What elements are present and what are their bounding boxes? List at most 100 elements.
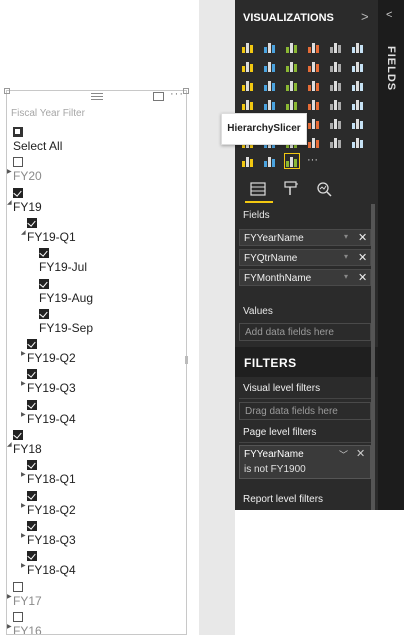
slicer-node[interactable]: ▶ FY17 xyxy=(7,581,186,612)
field-dropdown-icon[interactable]: ▾ xyxy=(344,232,348,241)
node-checkbox[interactable] xyxy=(13,611,23,622)
remove-field-icon[interactable]: ✕ xyxy=(358,271,367,284)
stacked-area-icon[interactable] xyxy=(285,59,299,73)
resize-handle-top-left[interactable] xyxy=(4,88,10,94)
field-dropdown-icon[interactable]: ▾ xyxy=(344,272,348,281)
expand-node-icon[interactable]: ▶ xyxy=(21,471,26,478)
r-visual-icon[interactable] xyxy=(307,116,321,130)
field-well[interactable]: FYQtrName ▾ ✕ xyxy=(239,249,371,266)
expand-filter-chevron-icon[interactable]: ﹀ xyxy=(339,448,348,461)
page-level-filters[interactable]: Page level filters xyxy=(239,423,371,443)
fields-tab-icon[interactable] xyxy=(249,180,267,198)
slicer-node[interactable]: ▶ FY18-Q4 xyxy=(7,551,186,581)
slicer-node[interactable]: ◢ FY18 xyxy=(7,430,186,460)
card-icon[interactable] xyxy=(307,97,321,111)
format-paint-roller-icon[interactable] xyxy=(282,180,300,198)
slicer-node[interactable]: ▶ FY18-Q3 xyxy=(7,520,186,551)
remove-field-icon[interactable]: ✕ xyxy=(358,251,367,264)
field-well[interactable]: FYYearName ▾ ✕ xyxy=(239,229,371,246)
filled-map-icon[interactable] xyxy=(241,97,255,111)
clustered-bar-icon[interactable] xyxy=(285,40,299,54)
pie-chart-icon[interactable] xyxy=(285,78,299,92)
visual-level-filters[interactable]: Visual level filters xyxy=(239,379,371,399)
chiclet-icon[interactable] xyxy=(263,154,277,168)
node-checkbox[interactable] xyxy=(27,217,37,228)
expand-node-icon[interactable]: ▶ xyxy=(7,593,12,600)
fields-pane-collapsed[interactable]: < FIELDS xyxy=(378,0,404,510)
expand-node-icon[interactable]: ▶ xyxy=(21,502,26,509)
expand-node-icon[interactable]: ▶ xyxy=(7,168,12,175)
donut-chart-icon[interactable] xyxy=(307,78,321,92)
drag-grip-icon[interactable] xyxy=(91,93,103,100)
slicer-node[interactable]: FY19-Jul xyxy=(7,248,186,278)
more-options-icon[interactable]: ··· xyxy=(170,91,184,100)
slicer-node[interactable]: FY19-Aug xyxy=(7,278,186,309)
node-checkbox[interactable] xyxy=(39,248,49,259)
node-checkbox[interactable] xyxy=(13,581,23,592)
decomp-icon[interactable] xyxy=(307,135,321,149)
slicer-node[interactable]: ▶ FY19-Q4 xyxy=(7,399,186,430)
node-checkbox[interactable] xyxy=(39,308,49,319)
waterfall-icon[interactable] xyxy=(241,78,255,92)
field-dropdown-icon[interactable]: ▾ xyxy=(344,252,348,261)
node-checkbox[interactable] xyxy=(27,460,37,471)
slicer-node[interactable]: ◢ FY19-Q1 xyxy=(7,217,186,248)
more-visuals-icon[interactable]: ··· xyxy=(307,154,321,168)
expand-node-icon[interactable]: ▶ xyxy=(21,380,26,387)
node-checkbox[interactable] xyxy=(27,399,37,410)
gauge-icon[interactable] xyxy=(285,97,299,111)
slicer-node[interactable]: ▶ FY18-Q1 xyxy=(7,460,186,490)
slicer-node[interactable]: ▶ FY19-Q2 xyxy=(7,339,186,369)
page-filter-card[interactable]: FYYearName is not FY1900 ﹀ ✕ xyxy=(239,445,371,479)
slicer-node[interactable]: FY19-Sep xyxy=(7,308,186,339)
field-well[interactable]: FYMonthName ▾ ✕ xyxy=(239,269,371,286)
python-visual-icon[interactable] xyxy=(329,116,343,130)
collapse-node-icon[interactable]: ◢ xyxy=(7,441,12,448)
scatter-icon[interactable] xyxy=(263,78,277,92)
collapse-node-icon[interactable]: ◢ xyxy=(21,229,26,236)
map-icon[interactable] xyxy=(351,78,365,92)
100-bar-icon[interactable] xyxy=(329,40,343,54)
clustered-column-icon[interactable] xyxy=(307,40,321,54)
hierarchy-slicer-visual[interactable]: ··· Fiscal Year Filter Select All ▶ FY20 ◢ F… xyxy=(6,90,187,635)
ribbon-chart-icon[interactable] xyxy=(351,59,365,73)
remove-filter-icon[interactable]: ✕ xyxy=(356,447,365,460)
timeline-icon[interactable] xyxy=(241,154,255,168)
custom-bar-icon[interactable] xyxy=(351,135,365,149)
kpi-icon[interactable] xyxy=(351,97,365,111)
node-checkbox[interactable] xyxy=(27,520,37,531)
multi-row-card-icon[interactable] xyxy=(329,97,343,111)
line-stacked-column-icon[interactable] xyxy=(329,59,343,73)
node-checkbox[interactable] xyxy=(13,157,23,168)
resize-handle-top-right[interactable] xyxy=(183,88,189,94)
node-checkbox[interactable] xyxy=(27,490,37,501)
slicer-node[interactable]: ◢ FY19 xyxy=(7,187,186,218)
pane-scrollbar[interactable] xyxy=(371,204,375,510)
funnel-icon[interactable] xyxy=(263,97,277,111)
expand-node-icon[interactable]: ▶ xyxy=(21,562,26,569)
slicer-node[interactable]: ▶ FY20 xyxy=(7,157,186,187)
node-checkbox[interactable] xyxy=(27,339,37,350)
treemap-icon[interactable] xyxy=(329,78,343,92)
node-checkbox[interactable] xyxy=(27,369,37,380)
expand-node-icon[interactable]: ▶ xyxy=(7,623,12,630)
expand-node-icon[interactable]: ▶ xyxy=(21,350,26,357)
report-level-filters[interactable]: Report level filters xyxy=(239,490,371,510)
expand-fields-icon[interactable]: < xyxy=(386,9,392,21)
line-chart-icon[interactable] xyxy=(241,59,255,73)
expand-node-icon[interactable]: ▶ xyxy=(21,532,26,539)
expand-node-icon[interactable]: ▶ xyxy=(21,411,26,418)
slicer-node[interactable]: ▶ FY19-Q3 xyxy=(7,369,186,399)
collapse-visualizations-icon[interactable]: > xyxy=(361,9,369,24)
node-checkbox[interactable] xyxy=(13,430,23,440)
bullet-icon[interactable] xyxy=(329,135,343,149)
slicer-node[interactable]: ▶ FY18-Q2 xyxy=(7,490,186,521)
slicer-node[interactable]: ▶ FY16 xyxy=(7,611,186,634)
collapse-node-icon[interactable]: ◢ xyxy=(7,199,12,206)
slicer-node[interactable]: Select All xyxy=(7,127,186,157)
area-chart-icon[interactable] xyxy=(263,59,277,73)
hierarchy-slicer-icon[interactable] xyxy=(284,153,300,169)
resize-handle-right[interactable] xyxy=(185,356,188,364)
stacked-bar-icon[interactable] xyxy=(241,40,255,54)
line-column-icon[interactable] xyxy=(307,59,321,73)
